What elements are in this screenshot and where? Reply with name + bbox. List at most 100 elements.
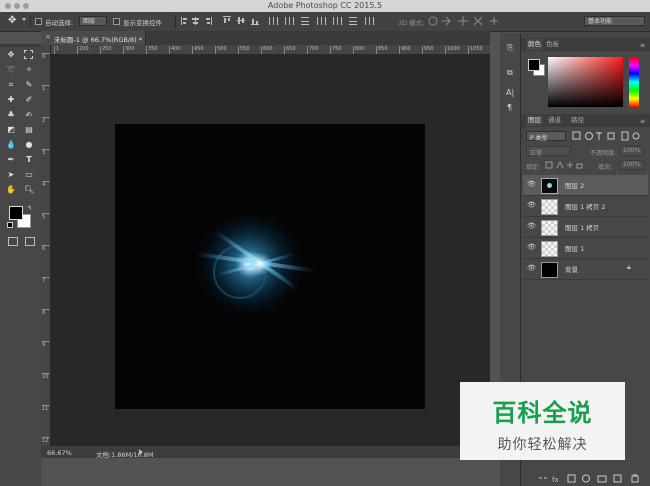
- layer-name[interactable]: 背景: [565, 264, 578, 274]
- visibility-eye-icon[interactable]: 👁︎: [527, 221, 536, 231]
- visibility-eye-icon[interactable]: 👁︎: [527, 179, 536, 189]
- marquee-tool-icon[interactable]: [24, 50, 33, 59]
- workspace-bottom: [41, 458, 490, 486]
- ruler-tick-label: 750: [330, 46, 342, 54]
- ruler-tick-label: 1: [54, 46, 60, 54]
- status-menu-arrow-icon[interactable]: [139, 449, 143, 455]
- layer-row[interactable]: 👁︎ 背景 🔒︎: [523, 259, 648, 280]
- ruler-tick-label: 9: [42, 341, 50, 349]
- opacity-field[interactable]: 100%: [620, 146, 644, 156]
- layer-row[interactable]: 👁︎ 图层 1: [523, 238, 648, 259]
- gradient-tool-icon[interactable]: ▤: [24, 125, 34, 135]
- clone-stamp-tool-icon[interactable]: ♣: [6, 110, 16, 120]
- layers-menu-icon[interactable]: ≡: [640, 118, 645, 125]
- eraser-tool-icon[interactable]: ◩: [6, 125, 16, 135]
- close-tab-icon[interactable]: ×: [45, 33, 51, 41]
- tab-color[interactable]: 颜色: [526, 39, 543, 50]
- brush-tool-icon[interactable]: ✐: [24, 95, 34, 105]
- visibility-eye-icon[interactable]: 👁︎: [527, 242, 536, 252]
- tab-layers[interactable]: 图层: [526, 115, 543, 126]
- move-tool-icon[interactable]: ✥: [8, 15, 22, 27]
- ruler-tick-label: 600: [261, 46, 273, 54]
- layer-name[interactable]: 图层 1: [565, 243, 584, 253]
- tools-panel: ✥ ➰ ✧ ⌗ ✎ ✚ ✐ ♣ ✍ ◩ ▤ 💧 ● ✒ T ➤ ▭ ✋ 🔍︎ ↰: [0, 44, 42, 486]
- layer-thumbnail-glow: [541, 178, 558, 194]
- fill-field[interactable]: 100%: [620, 160, 644, 170]
- eyedropper-tool-icon[interactable]: ✎: [24, 80, 34, 90]
- swap-colors-icon[interactable]: ↰: [27, 205, 32, 212]
- show-transform-checkbox[interactable]: [113, 18, 120, 25]
- crop-tool-icon[interactable]: ⌗: [6, 80, 16, 90]
- actions-panel-icon[interactable]: ⧉: [507, 68, 513, 78]
- document-tab-label: 未标题-1 @ 66.7%(RGB/8) *: [54, 36, 142, 44]
- layer-name[interactable]: 图层 1 拷贝 2: [565, 201, 605, 211]
- ruler-tick-label: 11: [42, 405, 50, 412]
- ruler-tick-label: 250: [100, 46, 112, 54]
- ruler-tick-label: 350: [146, 46, 158, 54]
- layer-row[interactable]: 👁︎ 图层 1 拷贝 2: [523, 196, 648, 217]
- blend-mode-dropdown[interactable]: 正常: [526, 146, 571, 157]
- layer-row[interactable]: 👁︎ 图层 2: [523, 175, 648, 196]
- path-selection-tool-icon[interactable]: ➤: [6, 170, 16, 180]
- auto-select-dropdown[interactable]: 图层: [79, 16, 107, 26]
- horizontal-ruler[interactable]: 1 200 250 300 350 400 450 500 550 600 650 700 750 800…: [50, 45, 490, 55]
- healing-brush-tool-icon[interactable]: ✚: [6, 95, 16, 105]
- screen-mode-icon[interactable]: [25, 237, 35, 246]
- pen-tool-icon[interactable]: ✒: [6, 155, 16, 165]
- tab-channels[interactable]: 通道: [548, 115, 561, 126]
- lock-options-icons[interactable]: [545, 161, 585, 169]
- 3d-mode-icons[interactable]: [428, 15, 500, 27]
- hand-tool-icon[interactable]: ✋: [6, 185, 16, 195]
- align-distribute-icons[interactable]: [181, 16, 381, 26]
- layer-row[interactable]: 👁︎ 图层 1 拷贝: [523, 217, 648, 238]
- tools-panel-grip[interactable]: [0, 44, 41, 47]
- visibility-eye-icon[interactable]: 👁︎: [527, 263, 536, 273]
- lock-label: 锁定:: [526, 164, 541, 171]
- lasso-tool-icon[interactable]: ➰: [6, 65, 16, 75]
- auto-select-checkbox[interactable]: [35, 18, 42, 25]
- default-colors-icon[interactable]: [7, 222, 13, 228]
- zoom-tool-icon[interactable]: 🔍︎: [24, 185, 34, 195]
- layers-bottom-icons[interactable]: fx: [538, 474, 642, 483]
- layer-filter-label: P 类型: [530, 135, 548, 142]
- hue-slider[interactable]: [629, 57, 639, 107]
- layer-name[interactable]: 图层 2: [565, 180, 584, 190]
- ruler-tick-label: 850: [376, 46, 388, 54]
- move-tool-icon[interactable]: ✥: [6, 50, 16, 60]
- rectangle-tool-icon[interactable]: ▭: [24, 170, 34, 180]
- fill-label: 填充:: [598, 164, 613, 171]
- document-tab[interactable]: × 未标题-1 @ 66.7%(RGB/8) *: [41, 31, 146, 45]
- watermark-logo: 百科全说 助你轻松解决: [460, 382, 625, 460]
- panel-menu-icon[interactable]: ≡: [640, 42, 645, 49]
- visibility-eye-icon[interactable]: 👁︎: [527, 200, 536, 210]
- blur-tool-icon[interactable]: 💧: [6, 140, 16, 150]
- ruler-tick-label: 1000: [445, 46, 460, 54]
- color-field[interactable]: [548, 57, 623, 107]
- ruler-tick-label: 950: [422, 46, 434, 54]
- ruler-tick-label: 8: [42, 309, 50, 317]
- color-panel-foreground-swatch-top[interactable]: [528, 59, 540, 71]
- quick-mask-icon[interactable]: [8, 237, 18, 246]
- ruler-tick-label: 300: [123, 46, 135, 54]
- tool-preset-chevron-icon[interactable]: [22, 18, 26, 21]
- document-canvas[interactable]: [115, 124, 425, 409]
- history-panel-icon[interactable]: ⎘: [507, 43, 513, 53]
- foreground-color-swatch-top[interactable]: [9, 206, 23, 220]
- history-brush-tool-icon[interactable]: ✍: [24, 110, 34, 120]
- layer-filter-icons[interactable]: [572, 131, 642, 141]
- paragraph-panel-icon[interactable]: ¶: [507, 103, 512, 112]
- ruler-tick-label: 700: [307, 46, 319, 54]
- tab-swatches[interactable]: 色板: [546, 39, 559, 50]
- type-tool-icon[interactable]: T: [24, 155, 34, 165]
- watermark-title: 百科全说: [492, 399, 593, 427]
- ruler-tick-label: 7: [42, 277, 50, 285]
- magic-wand-tool-icon[interactable]: ✧: [24, 65, 34, 75]
- layer-filter-dropdown[interactable]: P 类型: [526, 131, 566, 142]
- workspace-dropdown[interactable]: 基本功能: [584, 16, 645, 26]
- tab-paths[interactable]: 路径: [571, 115, 584, 126]
- character-panel-icon[interactable]: A|: [506, 88, 514, 97]
- zoom-level[interactable]: 66.67%: [47, 449, 72, 457]
- layer-name[interactable]: 图层 1 拷贝: [565, 222, 599, 232]
- dodge-tool-icon[interactable]: ●: [24, 140, 34, 150]
- ruler-tick-label: 200: [77, 46, 89, 54]
